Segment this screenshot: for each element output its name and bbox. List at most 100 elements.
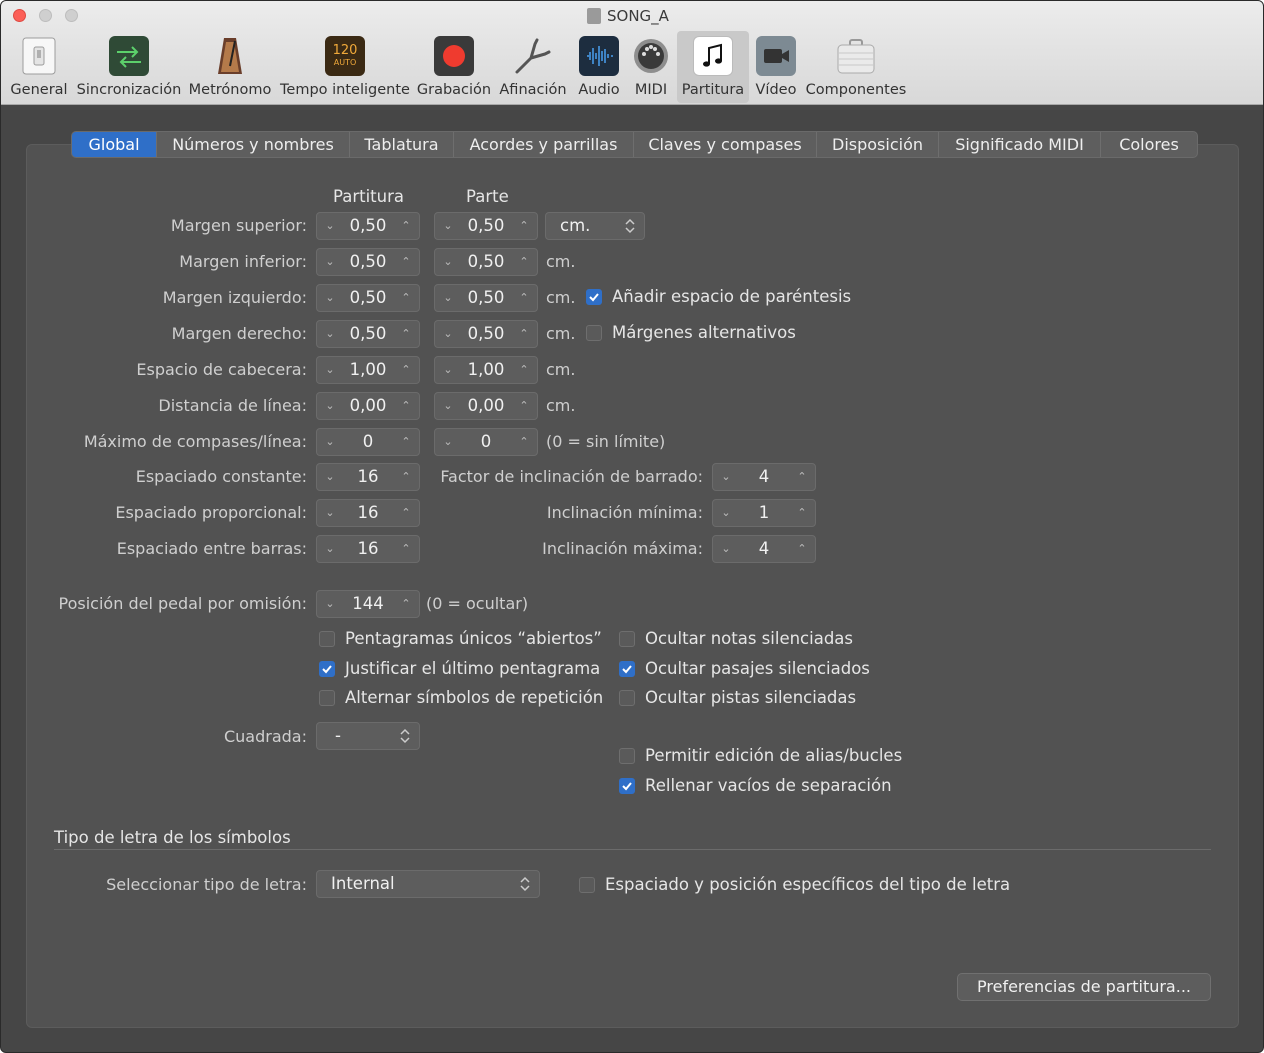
right-checkbox[interactable] <box>619 748 635 764</box>
parte-stepper[interactable]: ⌄ 0 ⌃ <box>434 428 538 456</box>
spacing-stepper[interactable]: ⌄ 16 ⌃ <box>316 535 420 563</box>
chevron-down-icon[interactable]: ⌄ <box>441 291 455 305</box>
toolbar-midi[interactable]: MIDI <box>629 31 673 103</box>
chevron-down-icon[interactable]: ⌄ <box>441 399 455 413</box>
partitura-stepper[interactable]: ⌄ 0,50 ⌃ <box>316 248 420 276</box>
zoom-button[interactable] <box>65 9 78 22</box>
spacing-stepper[interactable]: ⌄ 16 ⌃ <box>316 499 420 527</box>
chevron-down-icon[interactable]: ⌄ <box>441 363 455 377</box>
chevron-down-icon[interactable]: ⌄ <box>323 363 337 377</box>
chevron-down-icon[interactable]: ⌄ <box>323 470 337 484</box>
tab-claves-y-compases[interactable]: Claves y compases <box>634 132 817 157</box>
parte-stepper[interactable]: ⌄ 0,50 ⌃ <box>434 212 538 240</box>
toolbar-metronomo[interactable]: Metrónomo <box>187 31 273 103</box>
right-checkbox[interactable] <box>619 690 635 706</box>
chevron-up-icon[interactable]: ⌃ <box>399 255 413 269</box>
toolbar-partitura[interactable]: Partitura <box>677 31 749 103</box>
parte-stepper[interactable]: ⌄ 0,00 ⌃ <box>434 392 538 420</box>
chevron-down-icon[interactable]: ⌄ <box>719 470 733 484</box>
tab-numeros-y-nombres[interactable]: Números y nombres <box>157 132 350 157</box>
parte-stepper[interactable]: ⌄ 0,50 ⌃ <box>434 320 538 348</box>
chevron-up-icon[interactable]: ⌃ <box>399 470 413 484</box>
cuadrada-popup[interactable]: - <box>316 722 420 750</box>
chevron-down-icon[interactable]: ⌄ <box>323 597 337 611</box>
chevron-up-icon[interactable]: ⌃ <box>517 363 531 377</box>
chevron-down-icon[interactable]: ⌄ <box>323 327 337 341</box>
chevron-down-icon[interactable]: ⌄ <box>719 542 733 556</box>
beam-stepper[interactable]: ⌄ 1 ⌃ <box>712 499 816 527</box>
parte-stepper[interactable]: ⌄ 1,00 ⌃ <box>434 356 538 384</box>
left-checkbox[interactable] <box>319 660 335 677</box>
right-checkbox[interactable] <box>619 631 635 647</box>
chevron-up-icon[interactable]: ⌃ <box>517 399 531 413</box>
chevron-down-icon[interactable]: ⌄ <box>323 542 337 556</box>
score-preferences-button[interactable]: Preferencias de partitura... <box>957 973 1211 1001</box>
partitura-stepper[interactable]: ⌄ 0,50 ⌃ <box>316 212 420 240</box>
chevron-down-icon[interactable]: ⌄ <box>323 435 337 449</box>
tab-disposicion[interactable]: Disposición <box>817 132 939 157</box>
chevron-up-icon[interactable]: ⌃ <box>517 435 531 449</box>
toolbar-audio[interactable]: Audio <box>573 31 625 103</box>
toolbar-afinacion[interactable]: Afinación <box>497 31 569 103</box>
toolbar-video[interactable]: Vídeo <box>753 31 799 103</box>
toolbar-tempo-inteligente[interactable]: 120 AUTO Tempo inteligente <box>279 31 411 103</box>
chevron-up-icon[interactable]: ⌃ <box>517 255 531 269</box>
checkbox-anadir-espacio-parentesis[interactable] <box>586 289 602 305</box>
chevron-up-icon[interactable]: ⌃ <box>399 435 413 449</box>
left-checkbox[interactable] <box>319 690 335 706</box>
close-button[interactable] <box>13 9 26 22</box>
chevron-down-icon[interactable]: ⌄ <box>323 255 337 269</box>
chevron-down-icon[interactable]: ⌄ <box>323 291 337 305</box>
toolbar-componentes[interactable]: Componentes <box>803 31 909 103</box>
toolbar-grabacion[interactable]: Grabación <box>415 31 493 103</box>
chevron-up-icon[interactable]: ⌃ <box>399 597 413 611</box>
parte-stepper[interactable]: ⌄ 0,50 ⌃ <box>434 284 538 312</box>
chevron-up-icon[interactable]: ⌃ <box>795 506 809 520</box>
partitura-stepper[interactable]: ⌄ 0,00 ⌃ <box>316 392 420 420</box>
chevron-down-icon[interactable]: ⌄ <box>441 327 455 341</box>
chevron-up-icon[interactable]: ⌃ <box>795 470 809 484</box>
toolbar-sincronizacion[interactable]: Sincronización <box>75 31 183 103</box>
right-checkbox[interactable] <box>619 660 635 677</box>
left-checkbox[interactable] <box>319 631 335 647</box>
chevron-down-icon[interactable]: ⌄ <box>441 219 455 233</box>
minimize-button[interactable] <box>39 9 52 22</box>
chevron-up-icon[interactable]: ⌃ <box>399 219 413 233</box>
partitura-stepper[interactable]: ⌄ 1,00 ⌃ <box>316 356 420 384</box>
tab-tablatura[interactable]: Tablatura <box>350 132 454 157</box>
chevron-up-icon[interactable]: ⌃ <box>399 327 413 341</box>
beam-stepper[interactable]: ⌄ 4 ⌃ <box>712 535 816 563</box>
checkbox-margenes-alternativos[interactable] <box>586 325 602 341</box>
pedal-stepper[interactable]: ⌄ 144 ⌃ <box>316 590 420 618</box>
chevron-down-icon[interactable]: ⌄ <box>323 399 337 413</box>
chevron-up-icon[interactable]: ⌃ <box>399 542 413 556</box>
chevron-up-icon[interactable]: ⌃ <box>517 291 531 305</box>
partitura-stepper[interactable]: ⌄ 0 ⌃ <box>316 428 420 456</box>
unit-popup[interactable]: cm. <box>545 212 645 240</box>
tab-global[interactable]: Global <box>72 132 157 157</box>
chevron-down-icon[interactable]: ⌄ <box>441 255 455 269</box>
parte-stepper[interactable]: ⌄ 0,50 ⌃ <box>434 248 538 276</box>
chevron-down-icon[interactable]: ⌄ <box>323 506 337 520</box>
right-checkbox[interactable] <box>619 777 635 794</box>
partitura-stepper[interactable]: ⌄ 0,50 ⌃ <box>316 284 420 312</box>
partitura-stepper[interactable]: ⌄ 0,50 ⌃ <box>316 320 420 348</box>
tab-significado-midi[interactable]: Significado MIDI <box>939 132 1101 157</box>
chevron-down-icon[interactable]: ⌄ <box>441 435 455 449</box>
chevron-up-icon[interactable]: ⌃ <box>399 291 413 305</box>
chevron-up-icon[interactable]: ⌃ <box>399 363 413 377</box>
beam-stepper[interactable]: ⌄ 4 ⌃ <box>712 463 816 491</box>
tab-acordes-y-parrillas[interactable]: Acordes y parrillas <box>454 132 634 157</box>
chevron-down-icon[interactable]: ⌄ <box>323 219 337 233</box>
chevron-up-icon[interactable]: ⌃ <box>795 542 809 556</box>
font-popup[interactable]: Internal <box>316 870 540 898</box>
chevron-up-icon[interactable]: ⌃ <box>517 327 531 341</box>
chevron-up-icon[interactable]: ⌃ <box>399 399 413 413</box>
chevron-up-icon[interactable]: ⌃ <box>399 506 413 520</box>
chevron-up-icon[interactable]: ⌃ <box>517 219 531 233</box>
checkbox-espaciado-tipo-letra[interactable] <box>579 877 595 893</box>
spacing-stepper[interactable]: ⌄ 16 ⌃ <box>316 463 420 491</box>
tab-colores[interactable]: Colores <box>1101 132 1197 157</box>
toolbar-general[interactable]: General <box>7 31 71 103</box>
chevron-down-icon[interactable]: ⌄ <box>719 506 733 520</box>
